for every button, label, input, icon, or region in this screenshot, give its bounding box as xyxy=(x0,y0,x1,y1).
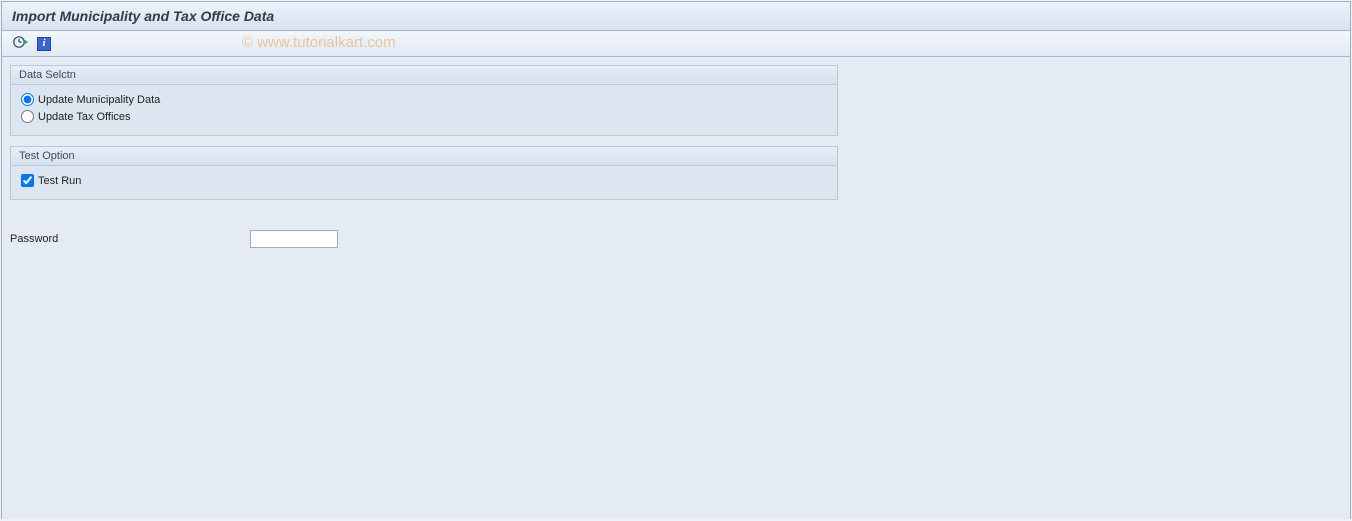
checkbox-test-run[interactable]: Test Run xyxy=(21,172,827,189)
checkbox-test-run-input[interactable] xyxy=(21,174,34,187)
group-test-option-body: Test Run xyxy=(11,166,837,199)
radio-update-tax-offices-input[interactable] xyxy=(21,110,34,123)
clock-execute-icon xyxy=(12,34,28,53)
field-password: Password xyxy=(10,228,1342,250)
group-test-option-title: Test Option xyxy=(11,147,837,166)
toolbar: i © www.tutorialkart.com xyxy=(2,31,1350,57)
password-input[interactable] xyxy=(250,230,338,248)
password-label: Password xyxy=(10,233,250,245)
group-test-option: Test Option Test Run xyxy=(10,146,838,200)
radio-update-municipality-input[interactable] xyxy=(21,93,34,106)
content-area: Data Selctn Update Municipality Data Upd… xyxy=(2,57,1350,519)
info-icon: i xyxy=(37,37,51,51)
page-title: Import Municipality and Tax Office Data xyxy=(12,8,274,24)
radio-update-municipality[interactable]: Update Municipality Data xyxy=(21,91,827,108)
radio-update-municipality-label: Update Municipality Data xyxy=(38,94,160,106)
checkbox-test-run-label: Test Run xyxy=(38,175,81,187)
info-button[interactable]: i xyxy=(34,35,54,53)
password-input-wrap xyxy=(250,230,338,248)
group-data-select: Data Selctn Update Municipality Data Upd… xyxy=(10,65,838,136)
execute-button[interactable] xyxy=(10,35,30,53)
radio-update-tax-offices-label: Update Tax Offices xyxy=(38,111,131,123)
group-data-select-body: Update Municipality Data Update Tax Offi… xyxy=(11,85,837,135)
group-data-select-title: Data Selctn xyxy=(11,66,837,85)
app-window: Import Municipality and Tax Office Data … xyxy=(1,1,1351,519)
title-bar: Import Municipality and Tax Office Data xyxy=(2,2,1350,31)
radio-update-tax-offices[interactable]: Update Tax Offices xyxy=(21,108,827,125)
watermark-text: © www.tutorialkart.com xyxy=(242,34,396,51)
